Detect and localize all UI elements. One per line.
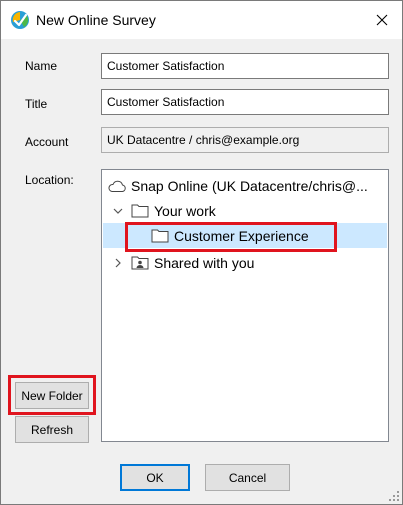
name-field[interactable] xyxy=(101,53,389,79)
tree-item-label: Your work xyxy=(154,202,216,219)
window-title: New Online Survey xyxy=(36,12,156,28)
location-tree[interactable]: Snap Online (UK Datacentre/chris@... You… xyxy=(101,169,389,442)
folder-icon xyxy=(150,228,170,243)
close-button[interactable] xyxy=(361,1,402,39)
chevron-right-icon[interactable] xyxy=(110,258,126,268)
title-field[interactable] xyxy=(101,89,389,115)
location-label: Location: xyxy=(25,173,74,187)
cloud-icon xyxy=(105,179,129,193)
account-label: Account xyxy=(25,135,69,149)
tree-item-customer-experience[interactable]: Customer Experience xyxy=(103,223,387,248)
tree-item-shared-with-you[interactable]: Shared with you xyxy=(103,250,387,275)
close-icon xyxy=(376,14,388,26)
resize-grip-icon[interactable] xyxy=(388,490,400,502)
refresh-button[interactable]: Refresh xyxy=(15,416,89,443)
shared-folder-icon xyxy=(130,255,150,270)
account-field: UK Datacentre / chris@example.org xyxy=(101,127,389,153)
cancel-button[interactable]: Cancel xyxy=(205,464,290,491)
name-label: Name xyxy=(25,59,58,73)
title-label: Title xyxy=(25,97,48,111)
tree-item-label: Snap Online (UK Datacentre/chris@... xyxy=(131,177,368,194)
tree-item-label: Customer Experience xyxy=(174,227,309,244)
new-online-survey-dialog: New Online Survey Name Title Account UK … xyxy=(0,0,403,505)
folder-icon xyxy=(130,203,150,218)
snap-survey-icon xyxy=(10,10,30,30)
title-bar[interactable]: New Online Survey xyxy=(1,1,402,39)
ok-button[interactable]: OK xyxy=(120,464,190,491)
tree-item-label: Shared with you xyxy=(154,254,255,271)
chevron-down-icon[interactable] xyxy=(110,207,126,215)
tree-item-your-work[interactable]: Your work xyxy=(103,198,387,223)
new-folder-button[interactable]: New Folder xyxy=(15,382,89,409)
tree-item-snap-online[interactable]: Snap Online (UK Datacentre/chris@... xyxy=(103,173,387,198)
